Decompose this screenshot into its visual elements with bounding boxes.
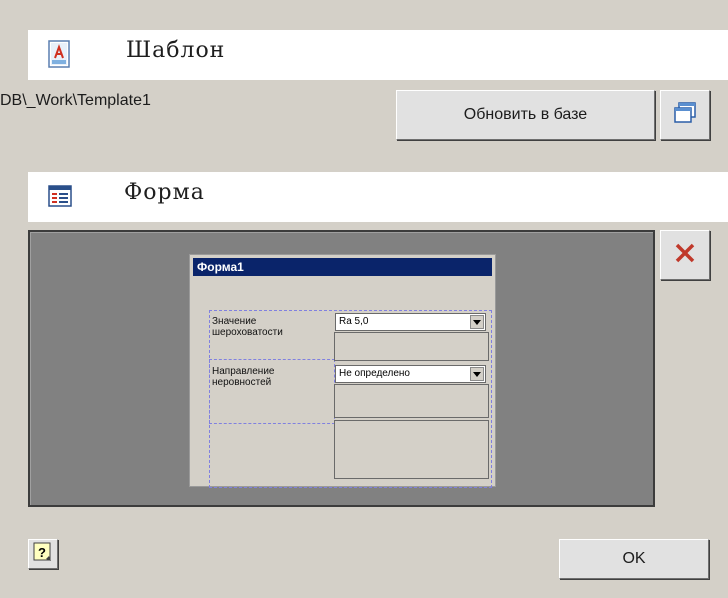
form-preview-window: Форма1 Значение шероховатости Ra 5,0 Нап… xyxy=(189,254,496,488)
delete-x-icon xyxy=(674,242,696,269)
browse-windows-icon xyxy=(673,101,697,129)
form-preview-panel[interactable]: Форма1 Значение шероховатости Ra 5,0 Нап… xyxy=(28,230,655,507)
form-preview-title: Форма1 xyxy=(193,258,492,276)
help-button[interactable]: ? xyxy=(28,539,58,569)
direction-combo: Не определено xyxy=(335,365,486,383)
direction-combo-value: Не определено xyxy=(339,368,410,379)
template-path-text: DB\_Work\Template1 xyxy=(0,92,151,109)
form-cell xyxy=(334,420,489,479)
form-section-header: Форма xyxy=(28,172,728,222)
ok-button[interactable]: OK xyxy=(559,539,709,579)
template-section-title: Шаблон xyxy=(126,38,226,63)
form-layout-icon xyxy=(48,185,72,207)
roughness-combo-value: Ra 5,0 xyxy=(339,316,369,327)
field-label-roughness: Значение шероховатости xyxy=(212,316,283,338)
form-cell xyxy=(334,384,489,418)
update-in-database-button[interactable]: Обновить в базе xyxy=(396,90,655,140)
template-document-icon xyxy=(48,40,70,68)
field-label-direction: Направление неровностей xyxy=(212,366,275,388)
help-question-icon: ? xyxy=(33,542,53,567)
form-section-title: Форма xyxy=(124,180,205,205)
template-section-header: Шаблон xyxy=(28,30,728,80)
svg-text:?: ? xyxy=(38,545,46,560)
combo-arrow-icon xyxy=(470,315,484,329)
roughness-combo: Ra 5,0 xyxy=(335,313,486,331)
delete-form-button[interactable] xyxy=(660,230,710,280)
combo-arrow-icon xyxy=(470,367,484,381)
form-cell xyxy=(334,332,489,361)
browse-template-button[interactable] xyxy=(660,90,710,140)
